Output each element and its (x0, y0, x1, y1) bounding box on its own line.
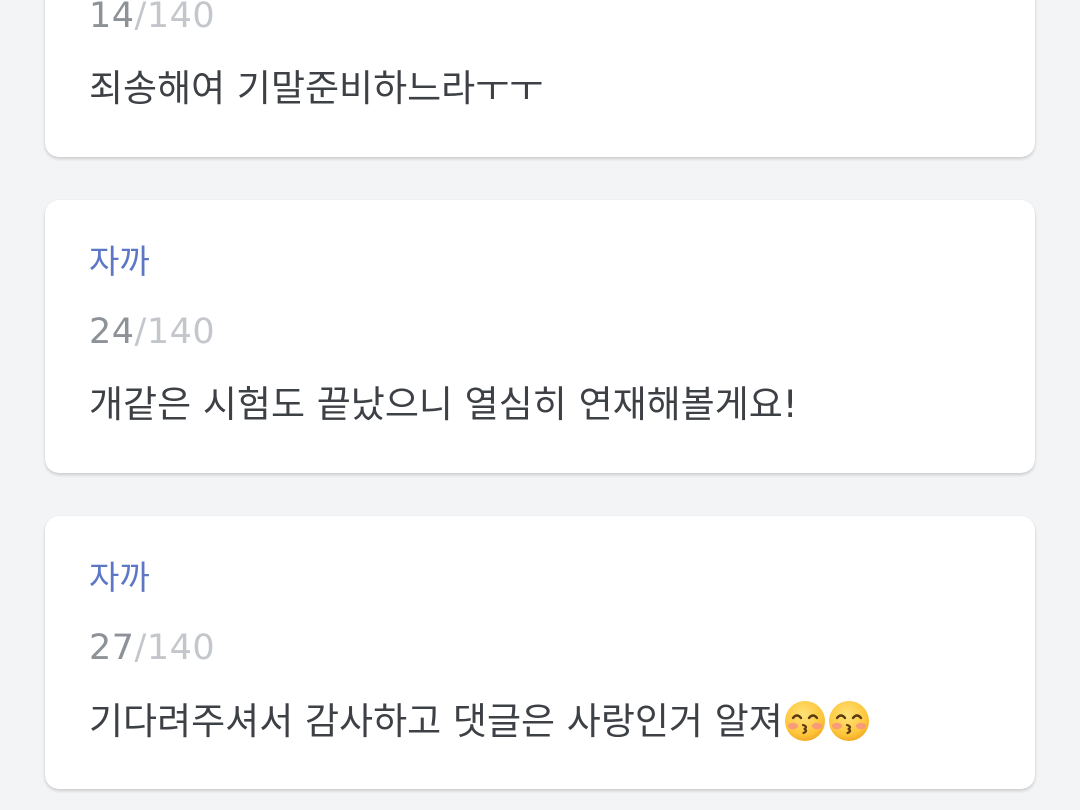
comment-card: 자까 27/140 기다려주셔서 감사하고 댓글은 사랑인거 알져 (45, 516, 1035, 789)
counter-current: 14 (89, 0, 135, 36)
character-counter: 27/140 (89, 628, 215, 668)
comment-card: 자까 24/140 개같은 시험도 끝났으니 열심히 연재해볼게요! (45, 200, 1035, 473)
counter-current: 27 (89, 628, 135, 668)
author-name: 자까 (89, 242, 150, 281)
counter-separator: / (134, 0, 147, 36)
author-name: 자까 (89, 558, 150, 597)
counter-current: 24 (89, 312, 135, 352)
kissing-smiling-eyes-emoji-icon (784, 701, 825, 741)
comment-text: 죄송해여 기말준비하느라ㅜㅜ (89, 67, 544, 110)
comment-text: 기다려주셔서 감사하고 댓글은 사랑인거 알져 (89, 700, 783, 743)
counter-total: 140 (146, 628, 216, 668)
comment-text-line: 기다려주셔서 감사하고 댓글은 사랑인거 알져 (89, 699, 871, 744)
counter-separator: / (134, 628, 147, 668)
counter-total: 140 (146, 0, 216, 36)
character-counter: 24/140 (89, 312, 215, 352)
counter-total: 140 (146, 312, 216, 352)
comment-card: 14/140 죄송해여 기말준비하느라ㅜㅜ (45, 0, 1035, 157)
counter-separator: / (134, 312, 147, 352)
comment-text: 개같은 시험도 끝났으니 열심히 연재해볼게요! (89, 383, 798, 426)
character-counter: 14/140 (89, 0, 215, 36)
kissing-smiling-eyes-emoji-icon (828, 701, 869, 741)
